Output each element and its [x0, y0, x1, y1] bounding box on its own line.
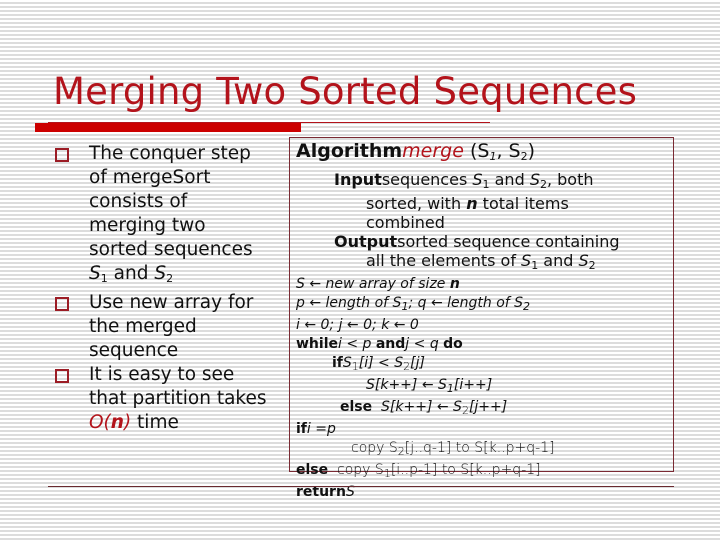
code-line: copy S2[j..q-1] to S[k..p+q-1]	[351, 440, 555, 458]
bullet-line: that partition takes	[89, 388, 267, 409]
code-line: S ← new array of size n	[296, 276, 460, 292]
square-bullet-icon	[55, 297, 69, 311]
algorithm-output: Outputsorted sequence containing all the…	[334, 232, 620, 272]
slide-title: Merging Two Sorted Sequences	[53, 70, 638, 113]
code-line: else copy S1[i..p-1] to S[k..p+q-1]	[296, 462, 541, 480]
algorithm-header: Algorithmmerge (S1, S2)	[296, 140, 536, 163]
code-line: ifi =p	[296, 421, 336, 437]
bullet-line: the merged	[89, 316, 197, 337]
bullet-line: Use new array for	[89, 292, 254, 313]
bullet-line: O(n) time	[89, 412, 179, 433]
bullet-line: The conquer step	[89, 143, 251, 164]
bullet-item: Use new array for the merged sequence	[55, 291, 290, 363]
code-line: whilei < p andj < q do	[296, 336, 463, 352]
bullet-line: It is easy to see	[89, 364, 235, 385]
square-bullet-icon	[55, 148, 69, 162]
footer-rule	[48, 486, 674, 487]
bullet-line: merging two	[89, 215, 206, 236]
bullet-line: sequence	[89, 340, 179, 361]
code-line: ifS1[i] < S2[j]	[332, 355, 425, 373]
bullet-line: S1 and S2	[89, 263, 174, 285]
algorithm-code: S ← new array of size n p ← length of S1…	[296, 275, 666, 502]
code-line: else S[k++] ← S2[j++]	[340, 399, 508, 417]
bullet-line: sorted sequences	[89, 239, 253, 260]
bullet-line: consists of	[89, 191, 188, 212]
code-line: S[k++] ← S1[i++]	[366, 377, 493, 395]
square-bullet-icon	[55, 369, 69, 383]
code-line: p ← length of S1; q ← length of S2	[296, 295, 531, 313]
algorithm-input: Inputsequences S1 and S2, both sorted, w…	[334, 170, 594, 232]
bullet-line: of mergeSort	[89, 167, 211, 188]
algorithm-pseudocode: Algorithmmerge (S1, S2) Inputsequences S…	[296, 138, 666, 502]
title-accent-bar	[35, 123, 301, 132]
code-line: i ← 0; j ← 0; k ← 0	[296, 317, 419, 333]
bullet-list: The conquer step of mergeSort consists o…	[55, 142, 290, 435]
bullet-item: The conquer step of mergeSort consists o…	[55, 142, 290, 291]
bullet-item: It is easy to see that partition takes O…	[55, 363, 290, 435]
